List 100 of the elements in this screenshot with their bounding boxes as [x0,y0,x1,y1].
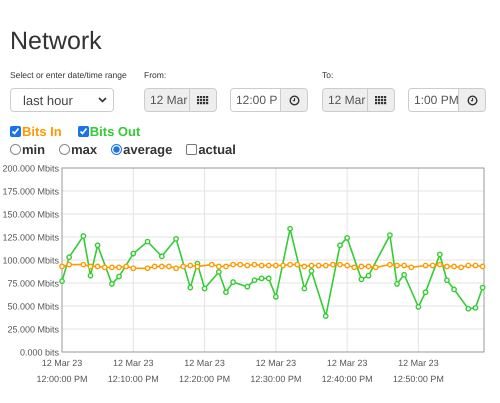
point [208,262,215,268]
point [130,250,136,256]
point [158,264,165,270]
point [366,264,372,270]
point [230,262,236,268]
mode-label: average [123,142,172,157]
time-field[interactable]: 12:00 P [230,88,281,112]
point [80,233,86,239]
point [465,306,472,312]
y-axis-label: 175.000 Mbits [2,186,59,196]
date-field[interactable]: 12 Mar [322,88,368,112]
point [337,242,343,248]
page-title: Network [9,26,103,56]
point [202,286,208,292]
point [465,262,472,268]
point [416,304,422,310]
point [66,262,72,268]
point [422,262,428,268]
point [472,304,478,311]
point [358,276,364,282]
point [266,262,272,268]
x-axis-label: 12 Mar 23 12:20:00 PM [179,358,230,384]
point [372,264,379,270]
point [116,274,122,280]
point [258,262,264,268]
date-field[interactable]: 12 Mar [144,88,190,112]
y-axis-label: 200.000 Mbits [2,164,59,174]
point [401,272,408,278]
point [109,281,115,287]
point [216,264,222,270]
point [216,269,222,275]
series-toggle-label: Bits In [22,124,62,139]
point [194,264,200,270]
checkbox[interactable] [78,126,89,137]
point [59,264,65,270]
y-axis-label: 0.000 bits [20,348,59,358]
point [430,262,436,268]
point [94,242,101,248]
point [301,264,308,270]
range-dropdown[interactable]: last hour [10,88,114,112]
point [88,272,94,279]
radio-button[interactable] [10,144,21,155]
point [301,286,308,292]
point [308,268,314,274]
point [472,262,478,268]
point [272,262,279,268]
checkbox[interactable] [186,144,198,155]
point [166,264,172,270]
point [109,264,115,270]
point [223,264,229,270]
point [173,236,179,242]
point [480,284,486,290]
point [480,264,486,270]
mode-label: actual [198,142,236,157]
point [230,279,236,285]
point [308,262,314,268]
point [444,264,450,270]
chevron-down-icon [98,97,107,103]
point [88,264,94,270]
point [237,262,244,268]
y-axis-label: 100.000 Mbits [2,256,59,266]
point [322,262,329,268]
point [272,294,279,300]
point [180,264,186,270]
x-axis-label: 12 Mar 23 12:40:00 PM [322,358,373,384]
point [152,264,158,270]
point [387,262,393,268]
point [366,272,372,279]
point [223,289,229,296]
from-label: From: [144,70,168,81]
calendar-grid-icon [375,96,387,104]
point [394,281,400,287]
calendar-button[interactable] [368,88,395,112]
point [66,254,72,260]
point [144,238,150,244]
radio-button[interactable] [59,144,70,155]
point [422,289,428,296]
point [258,276,264,282]
calendar-button[interactable] [190,88,217,112]
y-axis-label: 25.000 Mbits [7,324,59,334]
point [394,262,400,268]
clock-button[interactable] [281,88,308,112]
point [344,262,350,268]
point [280,262,286,268]
checkbox[interactable] [10,126,21,137]
x-axis-label: 12 Mar 23 12:30:00 PM [250,358,302,384]
point [316,262,322,268]
point [436,262,443,268]
radio-button[interactable] [111,144,122,155]
clock-button[interactable] [459,88,486,112]
point [244,284,250,290]
point [252,277,258,284]
time-field[interactable]: 1:00 PM [408,88,459,112]
point [244,262,250,268]
clock-icon [466,94,478,106]
point [401,262,408,268]
point [294,262,300,268]
point [158,253,165,260]
point [436,252,443,258]
point [287,262,294,268]
